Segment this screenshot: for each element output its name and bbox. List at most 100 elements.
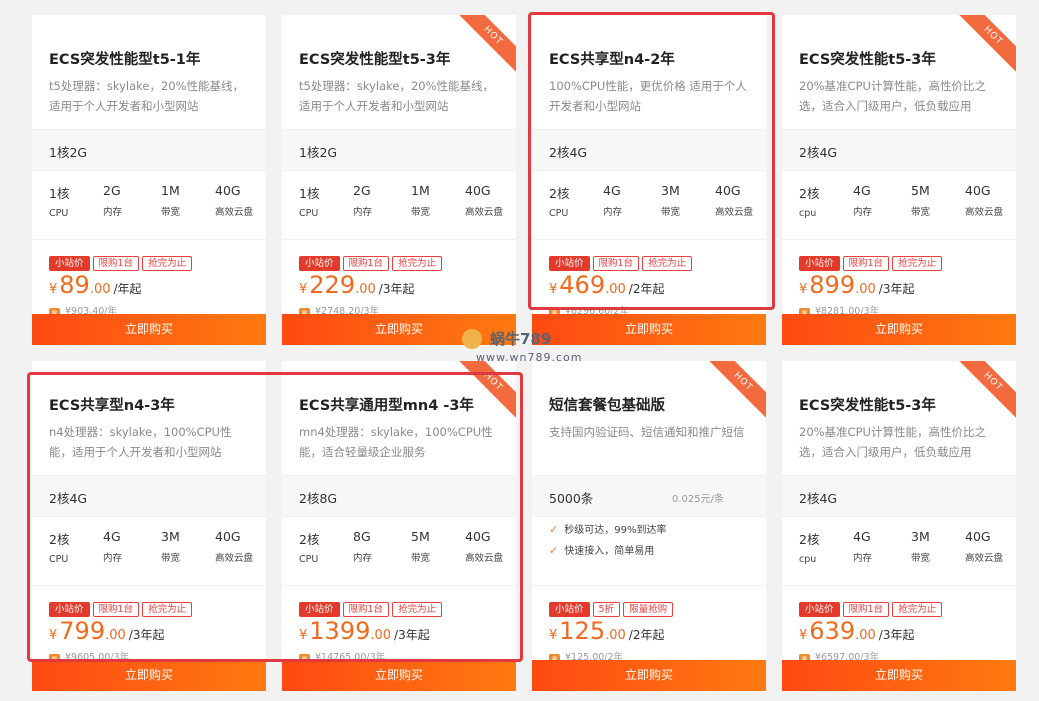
sale-price: ¥799.00/3年起	[49, 617, 164, 645]
price-decimal: .00	[605, 282, 626, 297]
price-decimal: .00	[105, 628, 126, 643]
spec-param: 2核 cpu	[799, 183, 859, 219]
promo-tags: 小站价 限购1台 抢完为止	[49, 251, 195, 271]
buy-now-button[interactable]: 立即购买	[532, 660, 766, 691]
config-band: 5000条 0.025元/条	[532, 475, 766, 517]
sale-price: ¥125.00/2年起	[549, 617, 664, 645]
spec-param: 2核 cpu	[799, 529, 859, 565]
spec-label: CPU	[299, 554, 319, 565]
price-integer: 899	[809, 271, 856, 299]
promo-tag: 小站价	[799, 602, 840, 617]
price-integer: 89	[59, 271, 90, 299]
spec-param: 4G 内存	[853, 183, 913, 218]
price-decimal: .00	[605, 628, 626, 643]
config-label: 2核4G	[799, 491, 838, 506]
sale-price: ¥229.00/3年起	[299, 271, 414, 299]
spec-value: 5M	[411, 529, 430, 544]
check-icon: ✓	[549, 523, 559, 536]
currency-symbol: ¥	[549, 282, 558, 297]
promo-tags: 小站价 限购1台 抢完为止	[799, 251, 945, 271]
spec-value: 1核	[299, 186, 320, 201]
hot-ribbon: HOT	[954, 15, 1016, 75]
currency-symbol: ¥	[299, 628, 308, 643]
spec-label: 高效云盘	[965, 553, 1004, 564]
buy-now-button[interactable]: 立即购买	[782, 660, 1016, 691]
spec-value: 4G	[603, 183, 621, 198]
product-description: t5处理器：skylake，20%性能基线，适用于个人开发者和小型网站	[49, 79, 244, 113]
config-label: 1核2G	[49, 145, 88, 160]
product-card: 短信套餐包基础版 支持国内验证码、短信通知和推广短信 5000条 0.025元/条 ✓ 秒…	[532, 361, 766, 691]
product-card: ECS突发性能t5-3年 20%基准CPU计算性能，高性价比之选，适合入门级用户，…	[782, 361, 1016, 691]
spec-param: 2核 CPU	[549, 183, 609, 219]
price-period: /3年起	[128, 628, 165, 642]
price-decimal: .00	[855, 282, 876, 297]
spec-params: 2核 cpu 4G 内存 3M 带宽 40G 高效云盘	[799, 529, 1011, 565]
config-band: 2核8G	[282, 475, 516, 517]
spec-param: 40G 高效云盘	[465, 529, 516, 564]
price-period: /3年起	[878, 282, 915, 296]
divider	[282, 585, 516, 586]
spec-value: 8G	[353, 529, 371, 544]
spec-label: 高效云盘	[215, 207, 254, 218]
promo-tag: 5折	[592, 602, 621, 617]
product-card: ECS共享型n4-2年 100%CPU性能，更优价格 适用于个人开发者和小型网站 2…	[532, 15, 766, 345]
spec-label: 带宽	[661, 207, 681, 218]
product-title: ECS突发性能型t5-3年	[299, 52, 451, 68]
price-decimal: .00	[355, 282, 376, 297]
spec-label: cpu	[799, 554, 817, 565]
spec-param: 40G 高效云盘	[715, 183, 766, 218]
product-description: 支持国内验证码、短信通知和推广短信	[549, 425, 745, 439]
config-label: 2核4G	[49, 491, 88, 506]
product-description: 20%基准CPU计算性能，高性价比之选，适合入门级用户，低负载应用	[799, 79, 986, 113]
buy-now-button[interactable]: 立即购买	[32, 314, 266, 345]
divider	[282, 239, 516, 240]
spec-param: 2核 CPU	[299, 529, 359, 565]
config-label: 2核4G	[799, 145, 838, 160]
spec-param: 40G 高效云盘	[215, 183, 266, 218]
spec-param: 2核 CPU	[49, 529, 109, 565]
promo-tag: 抢完为止	[142, 602, 193, 617]
buy-now-button[interactable]: 立即购买	[32, 660, 266, 691]
spec-label: 高效云盘	[715, 207, 754, 218]
spec-value: 3M	[161, 529, 180, 544]
spec-param: 3M 带宽	[661, 183, 721, 218]
spec-param: 40G 高效云盘	[215, 529, 266, 564]
spec-label: CPU	[49, 554, 69, 565]
currency-symbol: ¥	[799, 282, 808, 297]
sale-price: ¥899.00/3年起	[799, 271, 914, 299]
config-band: 2核4G	[532, 129, 766, 171]
sale-price: ¥1399.00/3年起	[299, 617, 430, 645]
buy-now-button[interactable]: 立即购买	[282, 660, 516, 691]
spec-param: 4G 内存	[853, 529, 913, 564]
config-band: 1核2G	[32, 129, 266, 171]
feature-text: 秒级可达，99%到达率	[564, 525, 667, 536]
spec-value: 1核	[49, 186, 70, 201]
price-decimal: .00	[89, 282, 111, 297]
spec-label: 带宽	[161, 207, 181, 218]
spec-label: 带宽	[411, 553, 431, 564]
watermark: 蜗牛789 www.wn789.com	[462, 328, 582, 364]
spec-label: 高效云盘	[965, 207, 1004, 218]
spec-param: 1M 带宽	[411, 183, 471, 218]
hot-ribbon: HOT	[704, 361, 766, 421]
promo-tag: 限购1台	[842, 256, 890, 271]
feature-item: ✓ 秒级可达，99%到达率	[549, 519, 666, 540]
spec-label: 内存	[853, 207, 873, 218]
price-decimal: .00	[370, 628, 392, 643]
promo-tag: 小站价	[299, 602, 340, 617]
sale-price: ¥639.00/3年起	[799, 617, 914, 645]
spec-params: 2核 CPU 8G 内存 5M 带宽 40G 高效云盘	[299, 529, 511, 565]
hot-ribbon: HOT	[954, 361, 1016, 421]
price-integer: 229	[309, 271, 356, 299]
unit-price: 0.025元/条	[672, 494, 724, 505]
product-description: mn4处理器：skylake，100%CPU性能，适合轻量级企业服务	[299, 425, 493, 459]
spec-param: 8G 内存	[353, 529, 413, 564]
promo-tag: 小站价	[549, 256, 590, 271]
currency-symbol: ¥	[799, 628, 808, 643]
sale-price: ¥469.00/2年起	[549, 271, 664, 299]
currency-symbol: ¥	[49, 628, 58, 643]
price-period: /3年起	[378, 282, 415, 296]
buy-now-button[interactable]: 立即购买	[782, 314, 1016, 345]
spec-label: CPU	[299, 208, 319, 219]
spec-value: 1M	[161, 183, 180, 198]
